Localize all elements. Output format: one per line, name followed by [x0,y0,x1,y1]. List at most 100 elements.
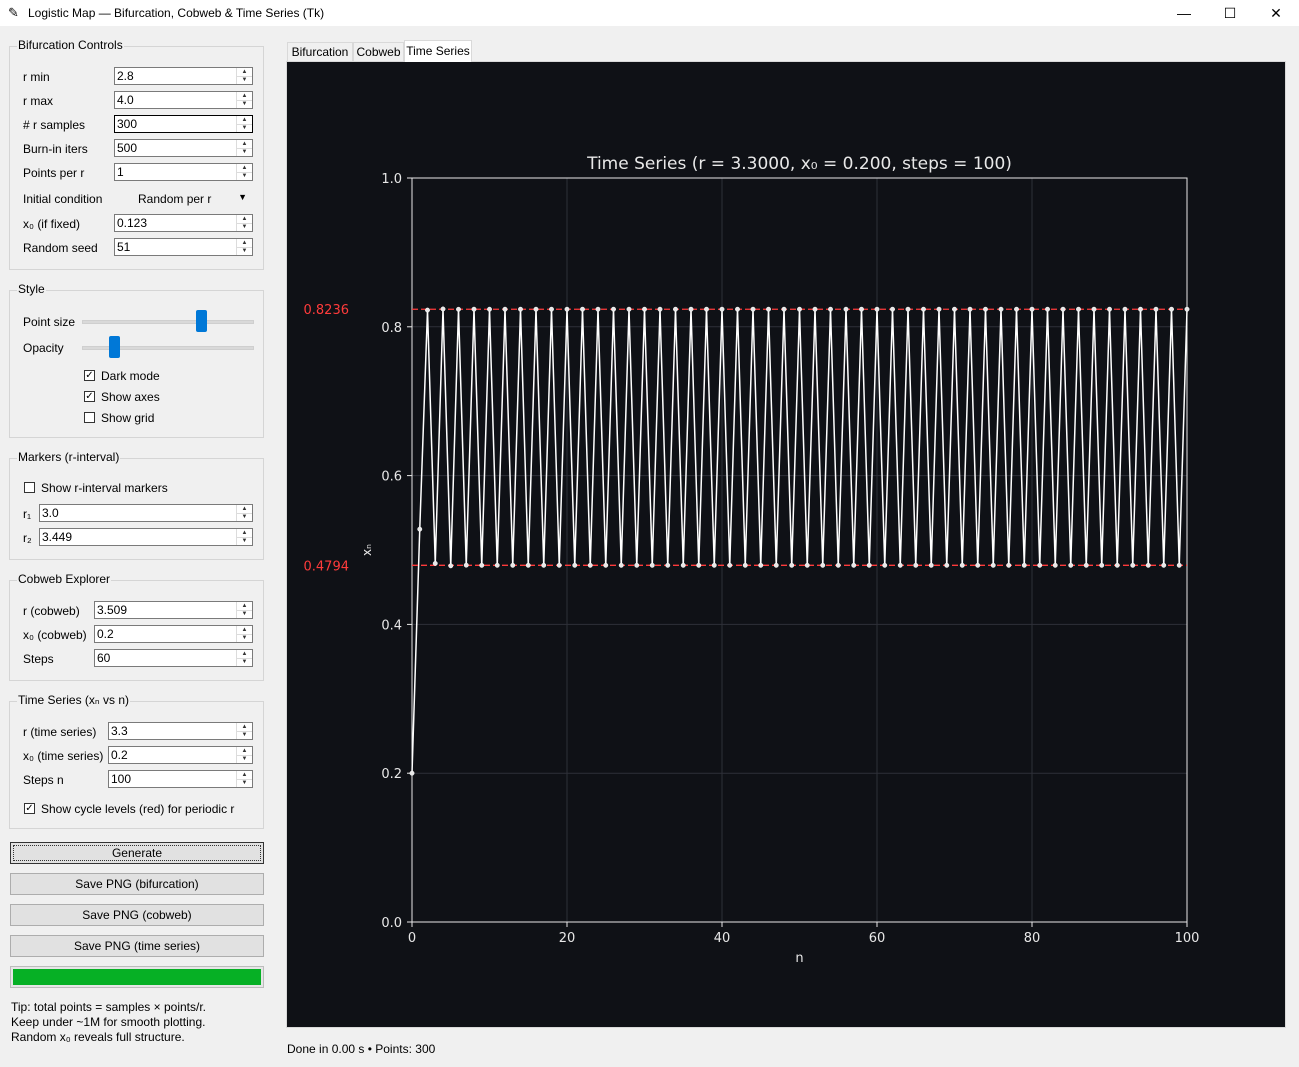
spin-down-icon[interactable]: ▼ [237,731,252,739]
data-point [1014,306,1019,312]
rmax-label: r max [23,94,53,108]
data-point [572,562,578,568]
minimize-button[interactable]: — [1161,0,1207,26]
seed-spinbox[interactable]: 51 ▲ ▼ [114,238,253,256]
data-point [603,562,609,568]
x0-fixed-value: 0.123 [117,216,148,230]
tab-cobweb[interactable]: Cobweb [353,42,404,61]
data-point [471,306,477,312]
tab-time-series[interactable]: Time Series [404,40,472,62]
data-point [564,306,570,312]
opacity-slider-thumb[interactable] [109,336,121,358]
data-point [789,562,795,568]
spin-down-icon[interactable]: ▼ [237,148,252,156]
r2-label: r₂ [23,531,32,545]
data-point [626,306,632,312]
cobweb-x0-spinbox[interactable]: 0.2 ▲ ▼ [94,625,253,643]
ts-r-spinbox[interactable]: 3.3 ▲ ▼ [108,722,253,740]
data-point [859,306,864,312]
x0-fixed-label: x₀ (if fixed) [23,217,80,231]
spin-down-icon[interactable]: ▼ [237,223,252,231]
opacity-label: Opacity [23,341,64,355]
rmax-spinbox[interactable]: 4.0 ▲ ▼ [114,91,253,109]
data-point [463,562,469,568]
show-cycle-checkbox[interactable]: ✓ [24,803,35,814]
point-size-slider-thumb[interactable] [196,310,208,332]
tip-text: Tip: total points = samples × points/r. … [11,1000,206,1045]
data-point [704,306,709,312]
dark-mode-checkbox[interactable]: ✓ [84,370,95,381]
r1-label: r₁ [23,507,32,521]
data-point [1052,562,1058,568]
y-tick-label: 0.8 [381,321,402,336]
ts-x0-spinbox[interactable]: 0.2 ▲ ▼ [108,746,253,764]
data-point [673,306,678,312]
opacity-slider[interactable] [82,346,254,350]
spin-down-icon[interactable]: ▼ [237,537,252,545]
save-bifurcation-button[interactable]: Save PNG (bifurcation) [10,873,264,895]
data-point [1107,306,1112,312]
data-point [874,306,880,312]
data-point [518,306,523,312]
spin-down-icon[interactable]: ▼ [237,658,252,666]
spin-down-icon[interactable]: ▼ [237,76,252,84]
data-point [781,306,787,312]
show-grid-label: Show grid [101,411,155,425]
spin-down-icon[interactable]: ▼ [237,634,252,642]
ts-steps-spinbox[interactable]: 100 ▲ ▼ [108,770,253,788]
data-point [890,306,895,312]
spin-down-icon[interactable]: ▼ [237,100,252,108]
data-point [967,306,973,312]
spin-down-icon[interactable]: ▼ [237,124,252,132]
maximize-button[interactable]: ☐ [1207,0,1253,26]
data-point [618,562,624,568]
burnin-spinbox[interactable]: 500 ▲ ▼ [114,139,253,157]
ts-x0-value: 0.2 [111,748,128,762]
plot-canvas[interactable]: 0 20 40 60 80 100 0.0 0.2 0.4 0.6 0.8 1.0 Time Serie… [286,61,1286,1028]
data-point [735,306,740,312]
series-line [411,308,1188,774]
data-point [448,563,454,569]
r1-spinbox[interactable]: 3.0 ▲ ▼ [39,504,253,522]
data-point [680,562,686,568]
spin-down-icon[interactable]: ▼ [237,610,252,618]
save-timeseries-button[interactable]: Save PNG (time series) [10,935,264,957]
data-point [820,562,826,568]
rmin-spinbox[interactable]: 2.8 ▲ ▼ [114,67,253,85]
data-point [998,306,1004,312]
data-point [983,306,988,312]
spin-down-icon[interactable]: ▼ [237,247,252,255]
tab-bifurcation[interactable]: Bifurcation [287,42,353,61]
cobweb-r-spinbox[interactable]: 3.509 ▲ ▼ [94,601,253,619]
initial-condition-dropdown[interactable]: Random per r ▼ [114,190,253,208]
point-size-slider[interactable] [82,320,254,324]
cobweb-steps-spinbox[interactable]: 60 ▲ ▼ [94,649,253,667]
group-title: Bifurcation Controls [17,38,124,52]
burnin-label: Burn-in iters [23,142,88,156]
data-point [556,562,562,568]
generate-button[interactable]: Generate [10,842,264,864]
r2-spinbox[interactable]: 3.449 ▲ ▼ [39,528,253,546]
data-point [494,562,500,568]
samples-spinbox[interactable]: 300 ▲ ▼ [114,115,253,133]
ppr-value: 1 [117,165,124,179]
spin-down-icon[interactable]: ▼ [237,513,252,521]
ts-x0-label: x₀ (time series) [23,749,104,763]
data-point [1176,562,1182,568]
show-markers-checkbox[interactable] [24,482,35,493]
show-grid-checkbox[interactable] [84,412,95,423]
data-point [905,306,911,312]
show-axes-checkbox[interactable]: ✓ [84,391,95,402]
data-point [812,306,818,312]
x-tick-label: 20 [559,931,576,946]
ppr-spinbox[interactable]: 1 ▲ ▼ [114,163,253,181]
close-button[interactable]: ✕ [1253,0,1299,26]
data-point [897,562,903,568]
save-cobweb-button[interactable]: Save PNG (cobweb) [10,904,264,926]
spin-down-icon[interactable]: ▼ [237,755,252,763]
spin-down-icon[interactable]: ▼ [237,779,252,787]
spin-down-icon[interactable]: ▼ [237,172,252,180]
ts-r-label: r (time series) [23,725,97,739]
ts-steps-label: Steps n [23,773,64,787]
x0-fixed-spinbox[interactable]: 0.123 ▲ ▼ [114,214,253,232]
